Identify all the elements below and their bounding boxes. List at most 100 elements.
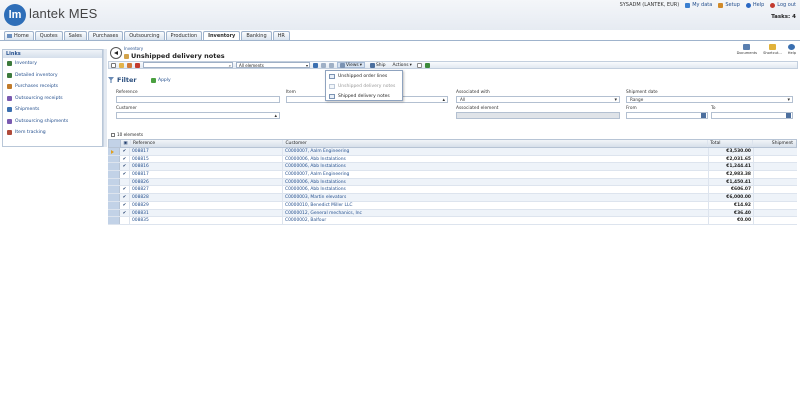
dropdown-arrow-icon[interactable]: ▴ (442, 97, 445, 103)
page-help-button[interactable]: Help (788, 44, 796, 55)
reference-cell[interactable]: 008831 (130, 209, 283, 217)
customer-cell[interactable]: C0000002, Balfour (283, 217, 709, 224)
delete-icon[interactable] (135, 62, 140, 68)
row-checkmark[interactable]: ✔ (120, 163, 130, 171)
documents-button[interactable]: Documents (737, 44, 757, 55)
actions-button[interactable]: Actions ▾ (391, 63, 414, 68)
shipment-column-header[interactable]: Shipment (753, 140, 796, 147)
reference-cell[interactable]: 008827 (130, 186, 283, 194)
tab-sales[interactable]: Sales (63, 31, 87, 40)
filter-header[interactable]: Filter (108, 76, 137, 84)
customer-cell[interactable]: C0000006, Abb Instalations (283, 186, 709, 194)
row-checkmark[interactable]: ✔ (120, 186, 130, 194)
row-checkmark[interactable]: ✔ (120, 209, 130, 217)
ship-button[interactable]: Ship (368, 62, 388, 68)
row-selector[interactable] (108, 186, 120, 194)
reference-cell[interactable]: 008817 (130, 148, 283, 155)
refresh-icon[interactable] (321, 62, 326, 68)
tab-quotes[interactable]: Quotes (34, 31, 63, 40)
link-purchases-receipts[interactable]: Purchases receipts (3, 81, 102, 93)
link-inventory[interactable]: Inventory (3, 58, 102, 70)
link-shipments[interactable]: Shipments (3, 104, 102, 116)
row-checkmark[interactable]: ✔ (120, 201, 130, 209)
row-checkmark[interactable]: ✔ (120, 155, 130, 163)
calendar-icon[interactable] (701, 113, 706, 118)
elements-select[interactable]: All elements ▾ (236, 62, 310, 68)
tab-hr[interactable]: HR (272, 31, 290, 40)
dropdown-arrow-icon[interactable]: ▴ (274, 113, 277, 119)
row-selector[interactable] (108, 171, 120, 178)
customer-cell[interactable]: C0000006, Abb Instalations (283, 155, 709, 163)
customer-field[interactable]: ▴ (116, 112, 280, 119)
reference-cell[interactable]: 008826 (130, 178, 283, 186)
row-selector[interactable] (108, 155, 120, 163)
open-icon[interactable] (119, 62, 124, 68)
row-checkmark[interactable] (120, 217, 130, 224)
print-icon[interactable] (416, 62, 422, 68)
new-icon[interactable] (111, 62, 116, 68)
reference-cell[interactable]: 008815 (130, 155, 283, 163)
search-input[interactable]: ⌕ (143, 62, 233, 68)
table-row[interactable]: ✔ 008817 C0000007, Aalm Engineering €3,530.… (108, 148, 797, 156)
breadcrumb[interactable]: Inventory (124, 46, 143, 51)
tab-production[interactable]: Production (165, 31, 203, 40)
table-row[interactable]: ✔ 008816 C0000006, Abb Instalations €1,244.… (108, 163, 797, 172)
customer-column-header[interactable]: Customer (283, 140, 709, 147)
customer-cell[interactable]: C0000007, Aalm Engineering (283, 148, 709, 155)
table-row[interactable]: ✔ 008831 C0000012, General mechanics, Inc €… (108, 209, 797, 218)
table-row[interactable]: ✔ 008829 C0000010, Benedict Miller LLC €14.… (108, 201, 797, 210)
row-selector[interactable] (108, 194, 120, 201)
reference-cell[interactable]: 008829 (130, 201, 283, 209)
reference-field[interactable] (116, 96, 280, 103)
to-date-field[interactable] (711, 112, 793, 119)
tab-banking[interactable]: Banking (241, 31, 272, 40)
tasks-counter[interactable]: Tasks: 4 (771, 14, 796, 20)
row-checkmark[interactable] (120, 178, 130, 186)
filter-icon[interactable] (313, 62, 318, 68)
panel-splitter[interactable] (103, 49, 107, 147)
row-selector[interactable] (108, 201, 120, 209)
setup-link[interactable]: Setup (718, 2, 740, 8)
shortcut-button[interactable]: Shortcut... (763, 44, 782, 55)
view-unshipped-order-lines[interactable]: Unshipped order lines (326, 71, 402, 81)
customer-cell[interactable]: C0000012, General mechanics, Inc (283, 209, 709, 217)
back-button[interactable] (110, 47, 122, 59)
apply-filter-button[interactable]: Apply (151, 78, 171, 83)
shipment-date-select[interactable]: Range ▾ (626, 96, 793, 103)
table-row[interactable]: ✔ 008827 C0000006, Abb Instalations €606.07 (108, 186, 797, 195)
table-row[interactable]: 008835 C0000002, Balfour €0.00 (108, 217, 797, 225)
search-icon[interactable]: ⌕ (229, 63, 231, 68)
customer-cell[interactable]: C0000010, Benedict Miller LLC (283, 201, 709, 209)
customer-cell[interactable]: C0000003, Martin elevators (283, 194, 709, 201)
customer-cell[interactable]: C0000007, Aalm Engineering (283, 171, 709, 178)
table-row[interactable]: ✔ 008815 C0000006, Abb Instalations €2,031.… (108, 155, 797, 164)
settings-icon[interactable] (329, 62, 334, 68)
table-row[interactable]: 008826 C0000006, Abb Instalations €1,450.4… (108, 178, 797, 187)
reference-cell[interactable]: 008816 (130, 163, 283, 171)
customer-cell[interactable]: C0000006, Abb Instalations (283, 163, 709, 171)
excel-export-icon[interactable] (424, 62, 430, 68)
help-link[interactable]: Help (745, 2, 764, 8)
views-button[interactable]: Views ▾ (337, 62, 365, 68)
link-outsourcing-shipments[interactable]: Outsourcing shipments (3, 116, 102, 128)
link-item-tracking[interactable]: Item tracking (3, 127, 102, 139)
row-selector[interactable] (108, 148, 120, 155)
view-shipped-delivery-notes[interactable]: Shipped delivery notes (326, 91, 402, 101)
row-checkmark[interactable]: ✔ (120, 171, 130, 178)
calendar-icon[interactable] (786, 113, 791, 118)
tab-home[interactable]: Home (4, 31, 34, 40)
link-detailed-inventory[interactable]: Detailed inventory (3, 70, 102, 82)
total-column-header[interactable]: Total (708, 140, 754, 147)
tab-purchases[interactable]: Purchases (87, 31, 124, 40)
tab-outsourcing[interactable]: Outsourcing (124, 31, 165, 40)
row-checkmark[interactable]: ✔ (120, 148, 130, 155)
select-all-checkbox[interactable] (111, 132, 115, 137)
reference-cell[interactable]: 008817 (130, 171, 283, 178)
reference-cell[interactable]: 008835 (130, 217, 283, 224)
check-column-header[interactable]: ▣ (121, 140, 131, 147)
table-row[interactable]: ✔ 008817 C0000007, Aalm Engineering €2,983.… (108, 171, 797, 179)
associated-with-select[interactable]: All ▾ (456, 96, 620, 103)
customer-cell[interactable]: C0000006, Abb Instalations (283, 178, 709, 186)
reference-cell[interactable]: 008828 (130, 194, 283, 201)
row-checkmark[interactable]: ✔ (120, 194, 130, 201)
